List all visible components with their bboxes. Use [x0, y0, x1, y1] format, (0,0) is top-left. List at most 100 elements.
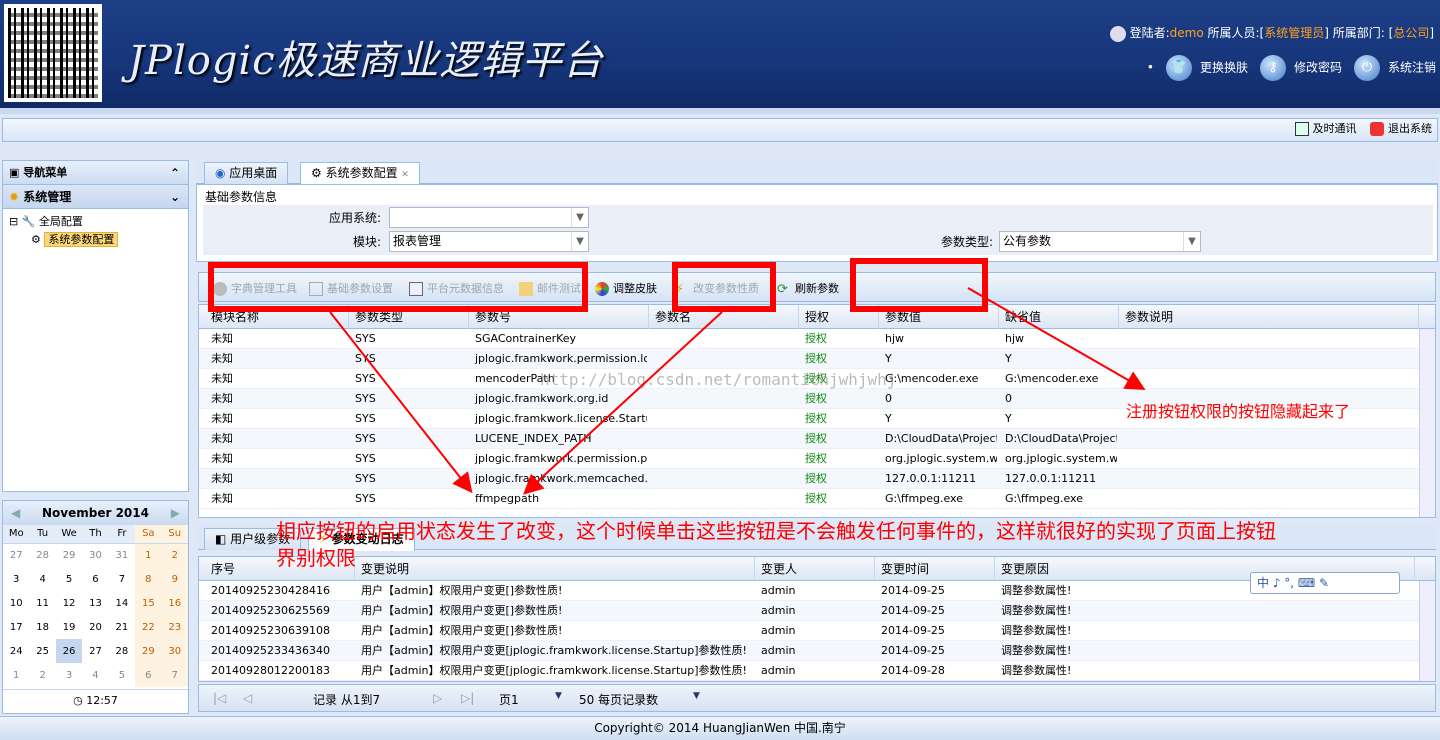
table-row[interactable]: 未知 SYS jplogic.framkwork.memcached.cache 授权… [199, 469, 1435, 489]
calendar-day[interactable]: 11 [29, 591, 55, 615]
prev-month-icon[interactable]: ◀ [11, 501, 20, 525]
chevron-down-icon[interactable]: ▼ [571, 232, 588, 251]
calendar-day[interactable]: 22 [135, 615, 162, 639]
table-cell: 未知 [211, 492, 233, 505]
calendar-day[interactable]: 6 [135, 663, 162, 687]
next-month-icon[interactable]: ▶ [171, 501, 180, 525]
table-cell: 授权 [805, 392, 827, 405]
table-cell: 授权 [805, 492, 827, 505]
calendar-day[interactable]: 15 [135, 591, 162, 615]
calendar-month[interactable]: November 2014 [42, 506, 149, 520]
calendar-day[interactable]: 5 [56, 567, 82, 591]
calendar-day[interactable]: 16 [161, 591, 188, 615]
header-splitter[interactable] [0, 108, 1440, 114]
chevron-down-icon[interactable]: ▼ [555, 691, 562, 701]
calendar-day[interactable]: 3 [3, 567, 29, 591]
calendar-day[interactable]: 26 [55, 639, 83, 663]
calendar-day[interactable]: 27 [82, 639, 108, 663]
refresh-params-button[interactable]: ⟳ 刷新参数 [777, 280, 839, 297]
calendar-day[interactable]: 25 [29, 639, 55, 663]
chevron-up-icon[interactable]: ⌃ [170, 161, 180, 185]
calendar-day[interactable]: 31 [109, 543, 135, 567]
calendar-day[interactable]: 30 [82, 543, 108, 567]
table-row[interactable]: 20140928012200183 用户【admin】权限用户变更[jplogic… [199, 661, 1435, 681]
calendar-day[interactable]: 27 [3, 543, 29, 567]
calendar-day[interactable]: 3 [56, 663, 82, 687]
calendar-time[interactable]: ◷ 12:57 [3, 689, 188, 707]
module-value: 报表管理 [393, 234, 442, 248]
column-header[interactable]: 参数说明 [1119, 305, 1419, 329]
calendar-day[interactable]: 2 [161, 543, 188, 567]
calendar-day[interactable]: 10 [3, 591, 29, 615]
column-header[interactable]: 缺省值 [999, 305, 1119, 329]
module-select[interactable]: 报表管理 ▼ [389, 231, 589, 252]
log-grid-scrollbar[interactable] [1419, 581, 1435, 681]
tree-item-system-params[interactable]: ⚙ 系统参数配置 [9, 231, 182, 249]
change-password-link[interactable]: 修改密码 [1294, 61, 1342, 75]
calendar-day[interactable]: 28 [29, 543, 55, 567]
next-page-icon[interactable]: ▷ [433, 691, 442, 705]
calendar-day[interactable]: 19 [56, 615, 82, 639]
first-page-icon[interactable]: |◁ [213, 691, 226, 705]
last-page-icon[interactable]: ▷| [461, 691, 474, 705]
table-row[interactable]: 未知 SYS ffmpegpath 授权 G:\ffmpeg.exe G:\ffmpeg.… [199, 489, 1435, 509]
adjust-skin-button[interactable]: 调整皮肤 [595, 280, 657, 296]
home-icon: ◉ [215, 166, 230, 180]
calendar-day[interactable]: 23 [161, 615, 188, 639]
app-select[interactable]: ▼ [389, 207, 589, 228]
calendar-day[interactable]: 7 [109, 567, 135, 591]
calendar-day[interactable]: 2 [29, 663, 55, 687]
page-size[interactable]: 50 每页记录数 [579, 691, 658, 708]
calendar-day[interactable]: 29 [56, 543, 82, 567]
table-row[interactable]: 20140925230625569 用户【admin】权限用户变更[]参数性质! a… [199, 601, 1435, 621]
calendar-day[interactable]: 18 [29, 615, 55, 639]
tree-collapse-icon[interactable]: ⊟ [9, 215, 18, 228]
calendar-day[interactable]: 13 [82, 591, 108, 615]
close-icon[interactable]: ✕ [401, 170, 409, 180]
table-row[interactable]: 20140925233436340 用户【admin】权限用户变更[jplogic… [199, 641, 1435, 661]
calendar-day[interactable]: 1 [3, 663, 29, 687]
chevron-down-icon[interactable]: ▼ [571, 208, 588, 227]
calendar-day[interactable]: 5 [109, 663, 135, 687]
calendar-day[interactable]: 4 [29, 567, 55, 591]
calendar-day[interactable]: 21 [109, 615, 135, 639]
params-grid-scrollbar[interactable] [1419, 329, 1435, 517]
table-row[interactable]: 20140925230639108 用户【admin】权限用户变更[]参数性质! a… [199, 621, 1435, 641]
table-cell: 授权 [805, 432, 827, 445]
calendar-day[interactable]: 7 [161, 663, 188, 687]
ime-toolbar[interactable]: 中 ♪ °, ⌨ ✎ [1250, 572, 1400, 594]
calendar-day[interactable]: 28 [109, 639, 135, 663]
calendar-day[interactable]: 1 [135, 543, 162, 567]
tab-system-params[interactable]: ⚙ 系统参数配置 ✕ [300, 162, 420, 185]
calendar-day[interactable]: 6 [82, 567, 108, 591]
calendar-day[interactable]: 12 [56, 591, 82, 615]
system-section-header[interactable]: ✹ 系统管理 ⌄ [3, 185, 188, 209]
calendar-day[interactable]: 30 [161, 639, 188, 663]
table-row[interactable]: 未知 SYS jplogic.framkwork.permission.loadPe… [199, 349, 1435, 369]
table-row[interactable]: 未知 SYS SGAContrainerKey 授权 hjw hjw [199, 329, 1435, 349]
calendar-day[interactable]: 17 [3, 615, 29, 639]
nav-header[interactable]: ▣ 导航菜单 ⌃ [3, 161, 188, 185]
calendar-day[interactable]: 8 [135, 567, 162, 591]
table-row[interactable]: 未知 SYS jplogic.framkwork.permission.packag… [199, 449, 1435, 469]
calendar-day[interactable]: 24 [3, 639, 29, 663]
page-number[interactable]: 页1 [499, 691, 519, 708]
im-button[interactable]: 及时通讯 [1313, 122, 1357, 135]
calendar-day[interactable]: 29 [135, 639, 162, 663]
change-skin-link[interactable]: 更换换肤 [1200, 61, 1248, 75]
prev-page-icon[interactable]: ◁ [243, 691, 252, 705]
logout-link[interactable]: 系统注销 [1388, 61, 1436, 75]
tab-desktop[interactable]: ◉ 应用桌面 [204, 162, 289, 184]
chevron-down-icon[interactable]: ⌄ [170, 185, 180, 209]
chevron-down-icon[interactable]: ▼ [693, 691, 700, 701]
refresh-label: 刷新参数 [795, 282, 839, 295]
table-row[interactable]: 未知 SYS LUCENE_INDEX_PATH 授权 D:\CloudData\Pro… [199, 429, 1435, 449]
exit-button[interactable]: 退出系统 [1388, 122, 1432, 135]
tree-item-global[interactable]: ⊟ 🔧 全局配置 [9, 213, 182, 231]
chevron-down-icon[interactable]: ▼ [1183, 232, 1200, 251]
calendar-day[interactable]: 20 [82, 615, 108, 639]
calendar-day[interactable]: 4 [82, 663, 108, 687]
calendar-day[interactable]: 14 [109, 591, 135, 615]
type-select[interactable]: 公有参数 ▼ [999, 231, 1201, 252]
calendar-day[interactable]: 9 [161, 567, 188, 591]
